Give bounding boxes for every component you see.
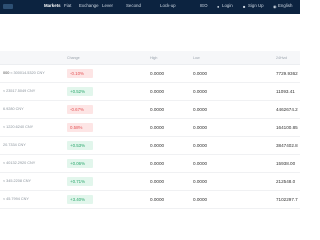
table-row[interactable]: ≈ 40132.2920 CNY +0.06% 0.0000 0.0000 15938.… [0,155,300,173]
signup-icon: ■ [243,4,246,9]
market-filter-area [0,14,300,50]
low-value: 0.0000 [193,107,208,112]
high-value: 0.0000 [150,197,165,202]
nav-fiat[interactable]: Fiat [64,3,71,9]
volume-value: 3847402.8 [276,143,298,148]
high-value: 0.0000 [150,125,165,130]
low-value: 0.0000 [193,71,208,76]
header-volume[interactable]: 24Hvol [276,56,287,60]
volume-value: 164100.85 [276,125,298,130]
table-row[interactable]: ≈ 345.2208 CNY +0.71% 0.0000 0.0000 212548.0 [0,173,300,191]
login-label: Login [222,3,233,8]
table-row[interactable]: 20.7334 CNY +0.53% 0.0000 0.0000 3847402.8 [0,137,300,155]
change-badge: -0.67% [67,105,93,114]
pair-name: ≈ 23517.5049 CNY [3,89,35,93]
table-header: Change High Low 24Hvol [0,51,300,65]
low-value: 0.0000 [193,197,208,202]
user-icon: ● [217,4,220,9]
pair-name: ≈ 45.7994 CNY [3,197,29,201]
volume-value: 11093.41 [276,89,295,94]
volume-value: 212548.0 [276,179,296,184]
nav-ieo[interactable]: IEO [200,3,208,9]
header-high[interactable]: High [150,56,157,60]
high-value: 0.0000 [150,179,165,184]
nav-second[interactable]: Second [126,3,141,9]
pair-name: ≈ 1220.6240 CNY [3,125,33,129]
signup-label: Sign Up [248,3,264,8]
pair-cny-price: ≈ 40132.2920 CNY [3,161,36,165]
header-low[interactable]: Low [193,56,200,60]
change-badge: -0.10% [67,69,93,78]
pair-cny-price: ≈ 23517.5049 CNY [3,89,36,93]
change-badge: 0.58% [67,123,93,132]
volume-value: 15938.00 [276,161,296,166]
low-value: 0.0000 [193,179,208,184]
low-value: 0.0000 [193,125,208,130]
pair-name: 6.9280 CNY [3,107,24,111]
change-badge: +0.53% [67,141,93,150]
change-badge: +0.06% [67,159,93,168]
table-row[interactable]: 000 ≈ 300014.5320 CNY -0.10% 0.0000 0.0000 7… [0,65,300,83]
high-value: 0.0000 [150,143,165,148]
change-badge: +0.52% [67,87,93,96]
low-value: 0.0000 [193,143,208,148]
brand-logo[interactable] [3,4,13,9]
top-navbar: Markets Fiat Exchange Lever Second Lock-… [0,0,300,14]
low-value: 0.0000 [193,89,208,94]
table-row[interactable]: ≈ 1220.6240 CNY 0.58% 0.0000 0.0000 164100.8… [0,119,300,137]
login-link[interactable]: ● Login [217,3,233,9]
pair-symbol: 000 [3,71,10,75]
header-change[interactable]: Change [67,56,80,60]
signup-link[interactable]: ■ Sign Up [243,3,264,9]
table-row[interactable]: 6.9280 CNY -0.67% 0.0000 0.0000 4462674.2 [0,101,300,119]
pair-cny-price: 6.9280 CNY [3,107,24,111]
pair-name: 20.7334 CNY [3,143,26,147]
volume-value: 4462674.2 [276,107,298,112]
high-value: 0.0000 [150,89,165,94]
pair-cny-price: ≈ 300014.5320 CNY [10,71,45,75]
volume-value: 7102297.7 [276,197,298,202]
language-select[interactable]: ◉ English [273,3,292,9]
table-row[interactable]: ≈ 23517.5049 CNY +0.52% 0.0000 0.0000 11093.… [0,83,300,101]
low-value: 0.0000 [193,161,208,166]
pair-cny-price: 20.7334 CNY [3,143,26,147]
change-badge: +0.71% [67,177,93,186]
high-value: 0.0000 [150,71,165,76]
pair-cny-price: ≈ 1220.6240 CNY [3,125,34,129]
nav-lever[interactable]: Lever [102,3,113,9]
language-label: English [278,3,293,8]
pair-name: ≈ 40132.2920 CNY [3,161,35,165]
pair-cny-price: ≈ 45.7994 CNY [3,197,29,201]
high-value: 0.0000 [150,161,165,166]
pair-name: 000 ≈ 300014.5320 CNY [3,71,45,75]
pair-name: ≈ 345.2208 CNY [3,179,31,183]
globe-icon: ◉ [273,4,277,9]
change-badge: +3.40% [67,195,93,204]
pair-cny-price: ≈ 345.2208 CNY [3,179,32,183]
nav-exchange[interactable]: Exchange [79,3,99,9]
table-row[interactable]: ≈ 45.7994 CNY +3.40% 0.0000 0.0000 7102297.7 [0,191,300,209]
high-value: 0.0000 [150,107,165,112]
nav-lockup[interactable]: Lock-up [160,3,176,9]
nav-markets[interactable]: Markets [44,3,61,9]
volume-value: 7729.9362 [276,71,298,76]
